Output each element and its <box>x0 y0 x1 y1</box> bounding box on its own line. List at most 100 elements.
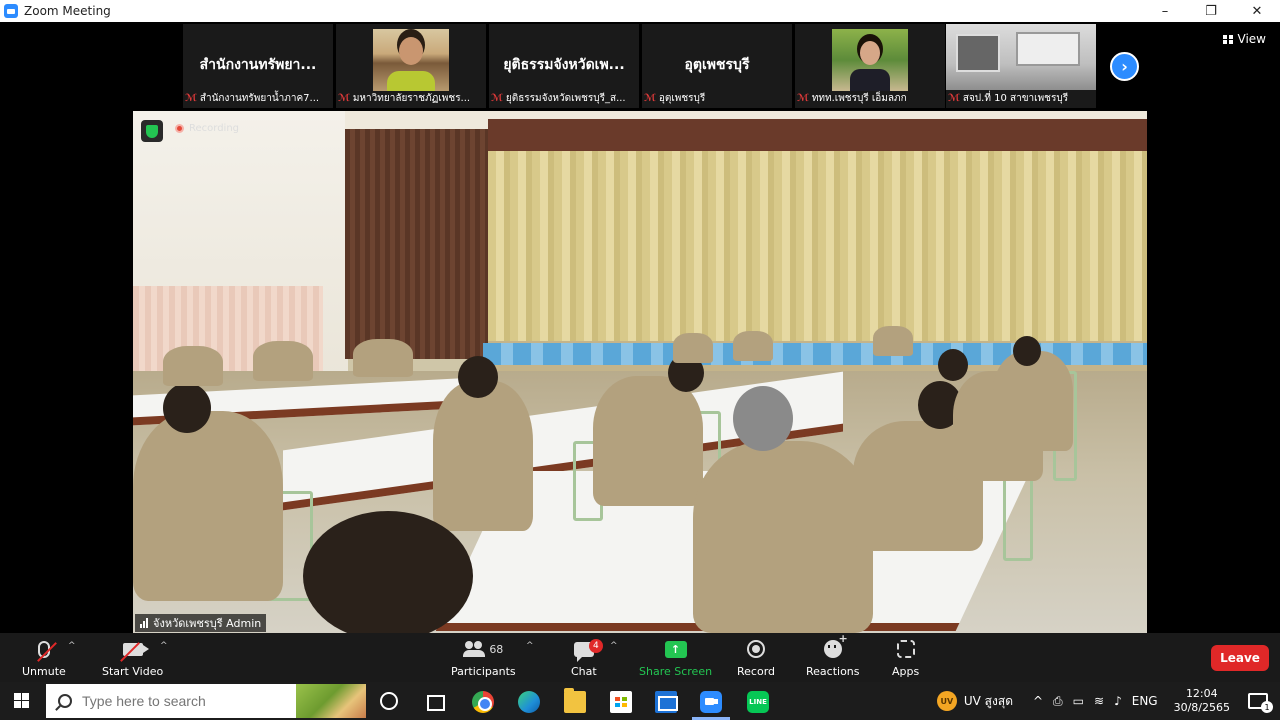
file-explorer-icon[interactable] <box>564 688 586 713</box>
task-view-icon[interactable] <box>425 691 447 713</box>
main-video[interactable]: Recording จังหวัดเพชรบุรี Admin <box>133 111 1147 633</box>
input-language[interactable]: ENG <box>1132 694 1158 708</box>
next-page-button[interactable]: › <box>1110 52 1139 81</box>
chat-button[interactable]: 4 Chat <box>571 637 603 678</box>
participants-options-caret[interactable]: ^ <box>526 641 534 651</box>
participant-video <box>946 24 1096 90</box>
cortana-icon[interactable] <box>380 692 398 710</box>
scene-person <box>993 351 1073 451</box>
microsoft-store-icon[interactable] <box>610 691 632 713</box>
share-screen-button[interactable]: ↑ Share Screen <box>639 637 712 678</box>
chat-options-caret[interactable]: ^ <box>610 641 618 651</box>
edge-icon[interactable] <box>518 691 540 713</box>
scene-person-head <box>1013 336 1041 366</box>
muted-microphone-icon <box>37 640 50 658</box>
battery-icon[interactable]: ▭ <box>1073 694 1084 708</box>
scene-person-head <box>303 511 473 633</box>
clock-date: 30/8/2565 <box>1173 701 1230 714</box>
wifi-icon[interactable]: ≋ <box>1094 694 1104 708</box>
share-screen-icon: ↑ <box>664 640 687 658</box>
security-shield-icon[interactable] <box>141 120 163 142</box>
volume-icon[interactable]: ♪ <box>1114 694 1122 708</box>
participants-icon <box>463 641 486 657</box>
muted-mic-icon: ℳ <box>797 92 809 104</box>
scene-person <box>873 326 913 356</box>
zoom-taskbar-icon[interactable] <box>700 691 722 713</box>
reactions-button[interactable]: Reactions <box>806 632 860 678</box>
participant-display-name: อุตุเพชรบุรี <box>684 57 750 73</box>
participant-caption: ℳ สำนักงานทรัพยาน้ำภาค7... <box>185 92 320 104</box>
leave-button[interactable]: Leave <box>1211 645 1269 671</box>
muted-mic-icon: ℳ <box>491 92 503 104</box>
participant-thumbnail[interactable]: อุตุเพชรบุรี ℳ อุตุเพชรบุรี <box>642 24 792 108</box>
participant-count: 68 <box>489 642 504 656</box>
scene-wood-panel <box>345 129 490 359</box>
scene-curtain-right <box>488 151 1147 351</box>
scene-person <box>253 341 313 381</box>
scene-person-head <box>733 386 793 451</box>
search-icon <box>58 694 72 708</box>
taskbar-search-input[interactable] <box>82 693 282 709</box>
scene-person-head <box>458 356 498 398</box>
scene-person <box>163 346 223 386</box>
start-video-button[interactable]: Start Video <box>102 637 163 678</box>
zoom-window: Zoom Meeting – ❐ ✕ สำนักงานทรัพยา... ℳ สำ… <box>0 0 1280 720</box>
record-icon <box>747 640 765 658</box>
participant-video <box>832 29 908 91</box>
scene-person-head <box>938 349 968 381</box>
unmute-button[interactable]: Unmute <box>22 637 66 678</box>
chevron-right-icon: › <box>1121 57 1128 76</box>
participant-caption: ℳ สจป.ที่ 10 สาขาเพชรบุรี <box>948 92 1069 104</box>
line-app-icon[interactable]: LINE <box>747 691 769 713</box>
scene-person <box>433 381 533 531</box>
scene-person <box>133 411 283 601</box>
muted-mic-icon: ℳ <box>185 92 197 104</box>
chrome-icon[interactable] <box>472 691 494 713</box>
meeting-control-bar: Unmute ^ Start Video ^ 68 Participants ^… <box>0 632 1280 682</box>
uv-weather-icon[interactable]: UV <box>936 691 957 711</box>
participant-thumbnail[interactable]: ยุติธรรมจังหวัดเพ... ℳ ยุติธรรมจังหวัดเพช… <box>489 24 639 108</box>
taskbar-search[interactable] <box>46 684 366 718</box>
participant-thumbnail-strip: สำนักงานทรัพยา... ℳ สำนักงานทรัพยาน้ำภาค7… <box>0 22 1280 110</box>
notification-count: 1 <box>1261 701 1273 713</box>
participant-thumbnail[interactable]: ℳ มหาวิทยาลัยราชภัฏเพชร... <box>336 24 486 108</box>
signal-strength-icon <box>140 618 149 628</box>
record-button[interactable]: Record <box>737 637 775 678</box>
participant-display-name: สำนักงานทรัพยา... <box>199 57 317 73</box>
search-highlight-image <box>296 684 366 718</box>
muted-mic-icon: ℳ <box>948 92 960 104</box>
clock-time: 12:04 <box>1185 687 1218 700</box>
windows-start-icon[interactable] <box>14 693 30 709</box>
muted-mic-icon: ℳ <box>644 92 656 104</box>
uv-weather-text[interactable]: UV สูงสุด <box>964 692 1013 711</box>
participant-caption: ℳ มหาวิทยาลัยราชภัฏเพชร... <box>338 92 471 104</box>
video-options-caret[interactable]: ^ <box>160 641 168 651</box>
scene-person <box>353 339 413 377</box>
restore-button[interactable]: ❐ <box>1188 0 1234 22</box>
participants-button[interactable]: 68 Participants <box>451 637 516 678</box>
system-tray: UV UV สูงสุด ^ ⎙ ▭ ≋ ♪ ENG 12:04 30/8/25… <box>936 682 1280 720</box>
scene-person <box>693 441 873 633</box>
mail-icon[interactable] <box>655 691 678 713</box>
participant-thumbnail[interactable]: สำนักงานทรัพยา... ℳ สำนักงานทรัพยาน้ำภาค7… <box>183 24 333 108</box>
view-button[interactable]: View <box>1222 32 1266 46</box>
scene-person-head <box>163 383 211 433</box>
participant-thumbnail[interactable]: ℳ สจป.ที่ 10 สาขาเพชรบุรี <box>946 24 1096 108</box>
audio-options-caret[interactable]: ^ <box>68 641 76 651</box>
meet-now-icon[interactable]: ⎙ <box>1053 694 1063 709</box>
close-button[interactable]: ✕ <box>1234 0 1280 22</box>
windows-taskbar: LINE UV UV สูงสุด ^ ⎙ ▭ ≋ ♪ ENG 12:04 30… <box>0 682 1280 720</box>
show-hidden-icons-chevron[interactable]: ^ <box>1033 694 1043 708</box>
scene-banner <box>488 119 1147 153</box>
apps-button[interactable]: Apps <box>892 637 919 678</box>
chat-bubble-icon: 4 <box>573 638 603 662</box>
muted-mic-icon: ℳ <box>338 92 350 104</box>
video-off-icon <box>122 642 149 656</box>
grid-view-icon <box>1222 34 1233 44</box>
participant-thumbnail[interactable]: ℳ ททท.เพชรบุรี เอ็มลภก <box>795 24 945 108</box>
recording-indicator[interactable]: Recording <box>175 123 239 134</box>
clock[interactable]: 12:04 30/8/2565 <box>1174 687 1230 715</box>
scene-person <box>593 376 703 506</box>
notification-center-icon[interactable]: 1 <box>1248 693 1273 713</box>
minimize-button[interactable]: – <box>1142 0 1188 22</box>
